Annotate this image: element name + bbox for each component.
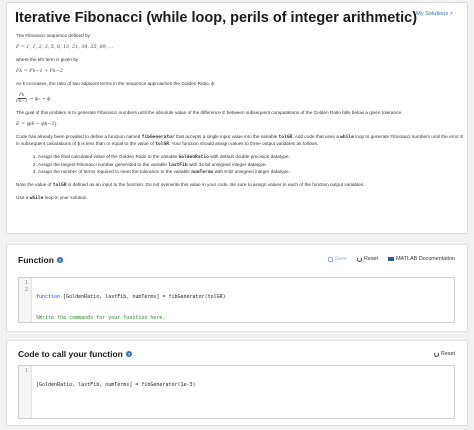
p5-while: while [340, 134, 354, 140]
desc-p1: The Fibonacci sequence defined by [16, 33, 91, 38]
problem-title: Iterative Fibonacci (while loop, perils … [15, 10, 418, 26]
call-code-editor[interactable]: 1 [GoldenRatio, lastFib, numTerms] = fib… [18, 365, 455, 419]
p5-text-a: Code has already been provided to define… [16, 133, 142, 139]
call-card: Code to call your function ? Reset 1 [Go… [6, 340, 468, 426]
equation-error: E = |ϕk − ϕk−1|. [16, 121, 58, 127]
reset-icon [433, 351, 439, 357]
ratio-denominator: Fk−1 [16, 98, 28, 104]
step-var: GoldenRatio [178, 155, 209, 161]
p5-var-tolgr-2: tolGR [155, 142, 170, 148]
help-icon[interactable]: ? [125, 351, 132, 357]
step-text: with default double precision datatype. [208, 154, 290, 160]
call-reset-button[interactable]: Reset [433, 351, 455, 357]
p6-text-a: Note the value of [16, 182, 53, 188]
reset-button[interactable]: Reset [356, 256, 379, 262]
p6-var: tolGR [52, 183, 67, 189]
p5-text-c: . Add code that uses a [292, 133, 341, 139]
step-text: with 32-bit unsigned integer datatype. [187, 161, 267, 167]
step-var: lastFib [168, 162, 188, 168]
save-label: Save [334, 256, 347, 262]
problem-card: Iterative Fibonacci (while loop, perils … [6, 2, 468, 234]
step-var: numTerms [191, 170, 214, 176]
line-number: 1 [24, 368, 28, 374]
save-button[interactable]: Save [327, 256, 347, 262]
problem-description: The Fibonacci sequence defined by F = 1,… [16, 33, 466, 208]
doc-label: MATLAB Documentation [396, 256, 455, 262]
ratio-limit: → ϕ₁ → ϕ. [29, 97, 52, 103]
reset-label: Reset [440, 351, 455, 357]
function-toolbar: Save Reset MATLAB Documentation [327, 256, 455, 262]
output-steps: Assign the final calculated value of the… [38, 154, 466, 176]
function-card: Function ? Save Reset MATLAB Documentati… [6, 244, 468, 332]
reset-label: Reset [363, 256, 379, 262]
line-numbers: 1 [19, 366, 32, 418]
book-icon [388, 256, 395, 262]
line-number: 1 [24, 280, 28, 286]
equation-ratio: Fk Fk−1 → ϕ₁ → ϕ. [16, 93, 466, 104]
desc-p5: Code has already been provided to define… [16, 134, 466, 149]
p7-while: while [29, 196, 44, 202]
page: Iterative Fibonacci (while loop, perils … [0, 0, 474, 430]
desc-p2: where the kth term is given by [16, 57, 79, 63]
step-text: with 8-bit unsigned integer datatype. [213, 169, 290, 175]
p6-text-b: is defined as an input to the function. … [66, 182, 365, 188]
step-text: Assign the final calculated value of the… [38, 154, 179, 160]
step-text: Assign the number of terms required to m… [38, 169, 192, 175]
line-number: 2 [24, 287, 28, 293]
function-code-editor[interactable]: 1 2 function [GoldenRatio, lastFib, numT… [18, 277, 455, 323]
p7-text-b: loop in your solution. [43, 195, 88, 201]
p5-var-tolgr: tolGR [278, 134, 293, 140]
reset-icon [356, 256, 362, 262]
step-item: Assign the number of terms required to m… [38, 169, 466, 176]
keyword-function: function [36, 294, 61, 300]
code-line[interactable]: [GoldenRatio, lastFib, numTerms] = fibGe… [36, 382, 196, 389]
code-text[interactable]: function [GoldenRatio, lastFib, numTerms… [36, 278, 226, 336]
call-toolbar: Reset [433, 351, 455, 357]
desc-p4: The goal of this problem is to generate … [16, 109, 403, 115]
p5-function-name: fibGenerator [141, 134, 175, 140]
code-signature: [GoldenRatio, lastFib, numTerms] = fibGe… [60, 294, 226, 300]
code-line[interactable]: function [GoldenRatio, lastFib, numTerms… [36, 294, 226, 301]
code-text[interactable]: [GoldenRatio, lastFib, numTerms] = fibGe… [36, 366, 196, 403]
equation-sequence: F = 1, 1, 2, 3, 5, 8, 13, 21, 34, 55, 89… [16, 45, 114, 51]
p5-text-b: that accepts a single input value into t… [174, 133, 279, 139]
desc-p7: Use a while loop in your solution. [16, 195, 466, 203]
function-heading-label: Function [18, 255, 54, 265]
code-line-comment[interactable]: %Write the commands for your function he… [36, 315, 226, 322]
my-solutions-link[interactable]: My Solutions > [416, 11, 453, 17]
step-item: Assign the largest Fibonacci number gene… [38, 162, 466, 169]
ratio-fraction: Fk Fk−1 [16, 93, 28, 104]
call-heading-label: Code to call your function [18, 349, 123, 359]
function-heading: Function ? [18, 255, 63, 265]
equation-recurrence: Fk = Fk−1 + Fk−2 [16, 69, 63, 75]
save-icon [327, 256, 333, 262]
help-icon[interactable]: ? [56, 257, 63, 263]
call-heading: Code to call your function ? [18, 349, 132, 359]
desc-p6: Note the value of tolGR is defined as an… [16, 182, 466, 190]
line-numbers: 1 2 [19, 278, 32, 322]
step-text: Assign the largest Fibonacci number gene… [38, 161, 169, 167]
p7-text-a: Use a [16, 195, 30, 201]
step-item: Assign the final calculated value of the… [38, 154, 466, 161]
p5-text-e: . Your function should assign values to … [169, 141, 319, 147]
matlab-documentation-link[interactable]: MATLAB Documentation [388, 256, 455, 262]
desc-p3: As k increases, the ratio of two adjacen… [16, 81, 216, 87]
my-solutions-label[interactable]: My Solutions > [416, 11, 453, 17]
